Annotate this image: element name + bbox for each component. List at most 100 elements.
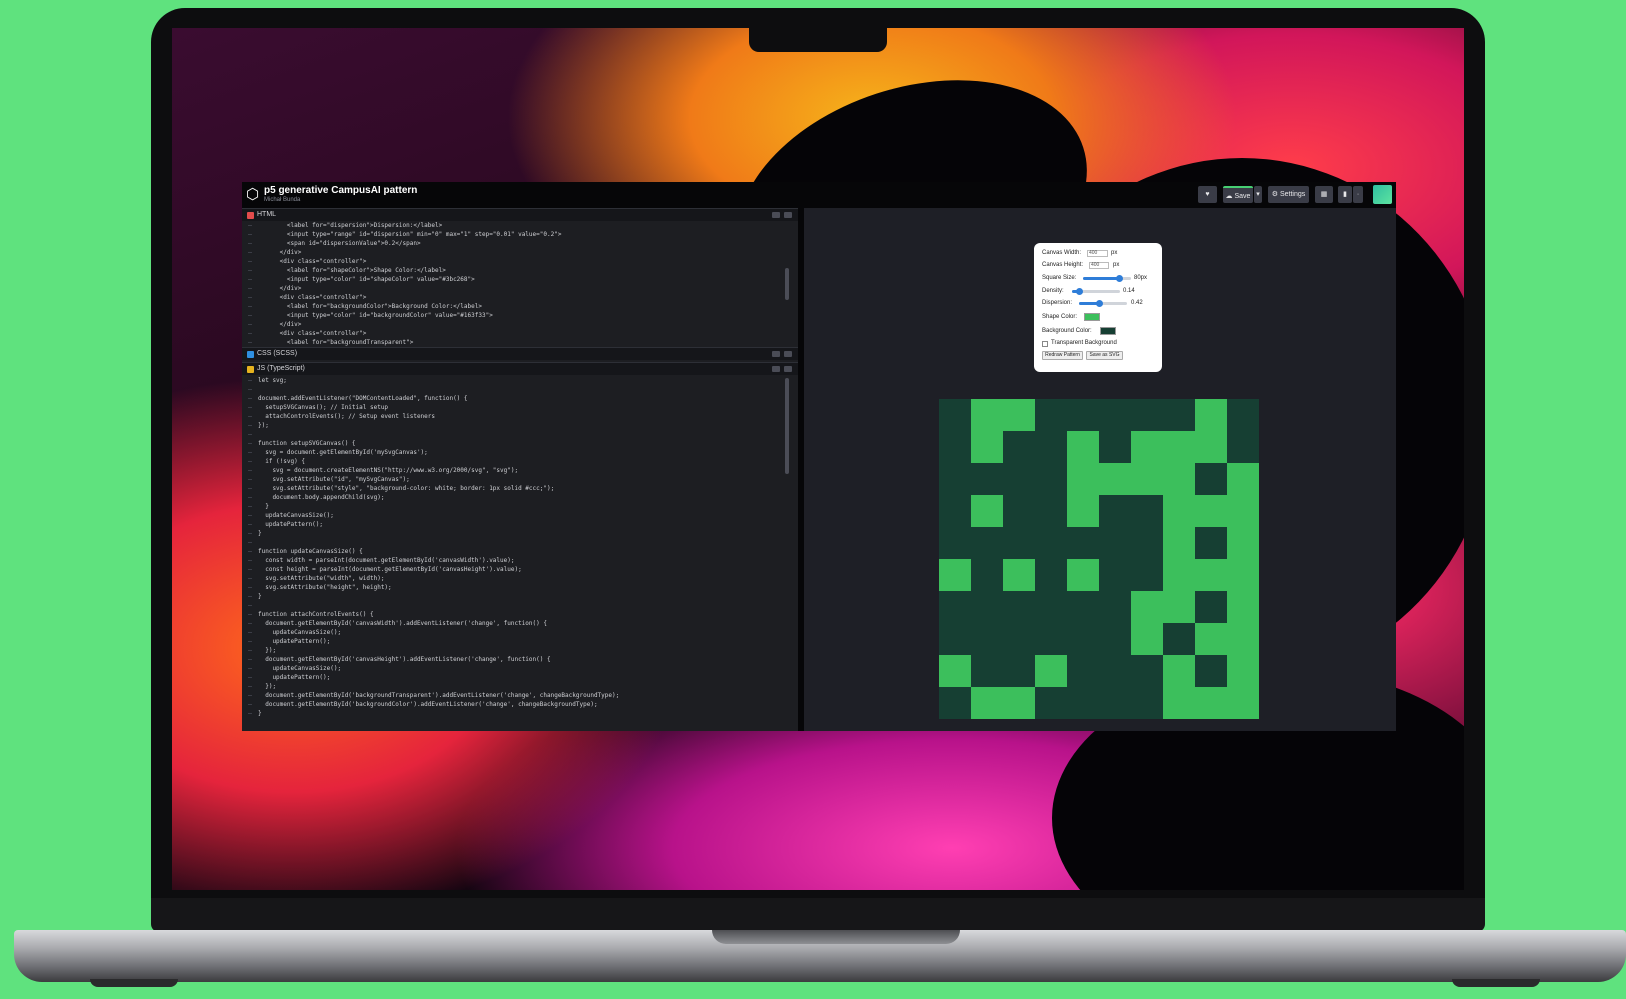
square-size-slider[interactable] (1083, 275, 1131, 282)
css-pane-header[interactable]: CSS (SCSS) (242, 347, 798, 360)
code-line: }); (242, 682, 798, 691)
pattern-square (1227, 623, 1259, 655)
js-scrollbar[interactable] (785, 378, 789, 474)
code-line (242, 601, 798, 610)
js-pane-header[interactable]: JS (TypeScript) (242, 362, 798, 375)
html-icon (247, 212, 254, 219)
preview-pane: Canvas Width: 400 px Canvas Height: 400 … (804, 208, 1396, 731)
pattern-square (1067, 463, 1099, 495)
codepen-header: ⬡ p5 generative CampusAI pattern Michał … (242, 182, 1396, 208)
code-line: function updateCanvasSize() { (242, 547, 798, 556)
code-line: <label for="backgroundColor">Background … (242, 302, 798, 311)
code-line: </div> (242, 320, 798, 329)
density-label: Density: (1042, 288, 1064, 294)
code-line: updateCanvasSize(); (242, 628, 798, 637)
code-line: updatePattern(); (242, 673, 798, 682)
pattern-square (1163, 655, 1195, 687)
dispersion-slider[interactable] (1079, 300, 1127, 307)
pen-title[interactable]: p5 generative CampusAI pattern (264, 185, 417, 196)
redraw-pattern-button[interactable]: Redraw Pattern (1042, 351, 1083, 360)
save-dropdown-button[interactable]: ▾ (1254, 186, 1262, 203)
code-line: </div> (242, 248, 798, 257)
js-code-editor[interactable]: let svg; document.addEventListener("DOMCo… (242, 376, 798, 731)
pattern-square (1003, 559, 1035, 591)
shape-color-picker[interactable] (1084, 313, 1100, 321)
code-line: }); (242, 421, 798, 430)
html-pane-header[interactable]: HTML (242, 208, 798, 221)
code-line: } (242, 592, 798, 601)
pane-collapse-icon[interactable] (784, 212, 792, 218)
code-line: svg = document.getElementById('mySvgCanv… (242, 448, 798, 457)
canvas-height-input[interactable]: 400 (1089, 262, 1109, 269)
pen-author[interactable]: Michał Bunda (264, 197, 300, 203)
save-svg-button[interactable]: Save as SVG (1086, 351, 1123, 360)
code-line (242, 430, 798, 439)
code-line: setupSVGCanvas(); // Initial setup (242, 403, 798, 412)
square-size-value: 80px (1134, 275, 1148, 281)
pattern-square (971, 495, 1003, 527)
density-slider[interactable] (1072, 288, 1120, 295)
html-code-editor[interactable]: <label for="dispersion">Dispersion:</lab… (242, 221, 798, 346)
code-line: <input type="range" id="dispersion" min=… (242, 230, 798, 239)
pane-collapse-icon[interactable] (784, 366, 792, 372)
pane-settings-icon[interactable] (772, 212, 780, 218)
code-line: svg.setAttribute("width", width); (242, 574, 798, 583)
transparent-background-checkbox[interactable] (1042, 341, 1048, 347)
layout-icon[interactable]: ▦ (1315, 186, 1333, 203)
code-line: </div> (242, 284, 798, 293)
code-line: let svg; (242, 376, 798, 385)
shape-color-label: Shape Color: (1042, 314, 1078, 320)
code-line: svg.setAttribute("height", height); (242, 583, 798, 592)
pattern-square (939, 655, 971, 687)
code-line: <div class="controller"> (242, 329, 798, 338)
pane-settings-icon[interactable] (772, 366, 780, 372)
code-line: function attachControlEvents() { (242, 610, 798, 619)
pane-collapse-icon[interactable] (784, 351, 792, 357)
user-avatar[interactable] (1373, 185, 1392, 204)
laptop-foot (1452, 979, 1540, 987)
heart-icon[interactable]: ♥ (1198, 186, 1217, 203)
pattern-square (971, 687, 1003, 719)
pattern-square (1195, 431, 1227, 463)
code-line: <label for="backgroundTransparent"> (242, 338, 798, 346)
pin-icon[interactable]: ▮ (1338, 186, 1352, 203)
html-scrollbar[interactable] (785, 268, 789, 300)
camera-notch (749, 28, 887, 52)
pattern-square (1131, 591, 1163, 623)
pattern-square (1195, 495, 1227, 527)
code-line: <div class="controller"> (242, 293, 798, 302)
settings-button[interactable]: ⚙ Settings (1268, 186, 1309, 203)
dispersion-label: Dispersion: (1042, 300, 1073, 306)
pattern-square (1003, 687, 1035, 719)
controls-panel: Canvas Width: 400 px Canvas Height: 400 … (1034, 243, 1162, 372)
pattern-square (1227, 687, 1259, 719)
background-color-picker[interactable] (1100, 327, 1116, 335)
laptop-opening-lip (712, 930, 960, 944)
square-size-label: Square Size: (1042, 275, 1077, 281)
codepen-logo-icon[interactable]: ⬡ (246, 186, 259, 204)
code-line: document.getElementById('backgroundColor… (242, 700, 798, 709)
code-line: updatePattern(); (242, 637, 798, 646)
generated-pattern-canvas (939, 399, 1259, 719)
pattern-square (1227, 559, 1259, 591)
code-line (242, 538, 798, 547)
editor-column: HTML <label for="dispersion">Dispersion:… (242, 208, 798, 731)
canvas-width-input[interactable]: 400 (1087, 250, 1108, 257)
code-line: }); (242, 646, 798, 655)
pattern-square (1099, 463, 1131, 495)
more-icon[interactable]: · (1353, 186, 1363, 203)
code-line: updateCanvasSize(); (242, 511, 798, 520)
code-line: <input type="color" id="shapeColor" valu… (242, 275, 798, 284)
code-line: svg.setAttribute("id", "mySvgCanvas"); (242, 475, 798, 484)
code-line: svg = document.createElementNS("http://w… (242, 466, 798, 475)
code-line: updateCanvasSize(); (242, 664, 798, 673)
code-line: } (242, 529, 798, 538)
pattern-square (1067, 431, 1099, 463)
pattern-square (1163, 687, 1195, 719)
save-button[interactable]: ☁ Save (1223, 186, 1253, 203)
pattern-square (1195, 559, 1227, 591)
code-line: svg.setAttribute("style", "background-co… (242, 484, 798, 493)
pattern-square (1163, 591, 1195, 623)
pane-settings-icon[interactable] (772, 351, 780, 357)
pattern-square (1227, 591, 1259, 623)
